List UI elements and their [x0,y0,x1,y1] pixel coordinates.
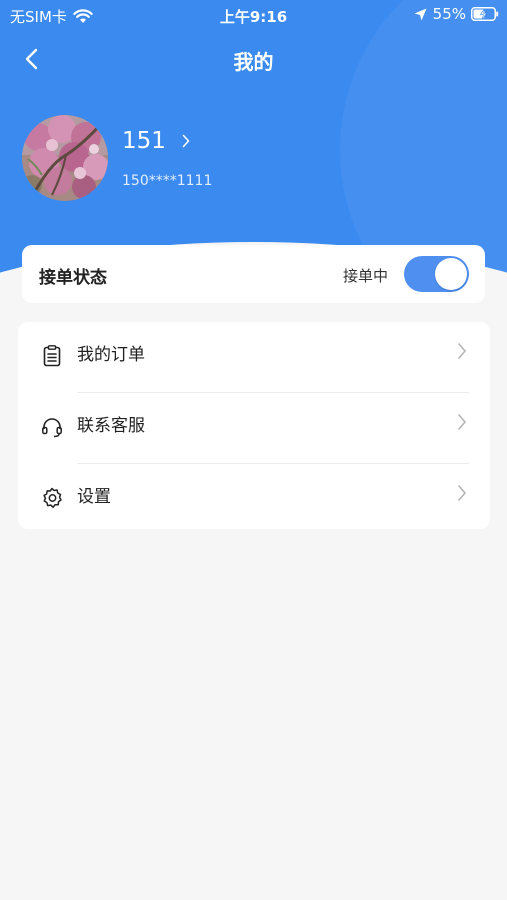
menu-item-label: 联系客服 [77,416,145,436]
chevron-right-icon [182,134,190,148]
menu-card: 我的订单 联系客服 设置 [18,322,490,529]
menu-item-settings[interactable]: 设置 [18,464,490,535]
menu-item-contact-support[interactable]: 联系客服 [18,393,490,464]
user-name[interactable]: 151 [122,128,190,154]
back-button[interactable] [20,44,48,74]
order-status-label: 接单状态 [39,268,107,288]
wifi-icon [73,9,93,23]
order-status-card: 接单状态 接单中 [22,245,485,303]
gear-icon [43,487,62,508]
chevron-right-icon [458,485,467,501]
status-left: 无SIM卡 [10,6,93,27]
clipboard-icon [43,345,61,367]
nav-bar: 我的 [0,36,507,82]
user-phone: 150****1111 [122,173,213,189]
menu-item-label: 设置 [77,487,111,507]
menu-item-my-orders[interactable]: 我的订单 [18,322,490,393]
location-arrow-icon [414,8,427,20]
user-name-text: 151 [122,128,166,154]
order-status-value: 接单中 [342,267,388,285]
toggle-knob [435,258,467,290]
battery-percent: 55% [432,5,466,23]
menu-item-label: 我的订单 [77,345,145,365]
page-title: 我的 [233,50,274,74]
status-right: 55% [414,5,499,23]
headset-icon [42,418,62,438]
battery-charging-icon [471,7,499,21]
chevron-left-icon [25,48,38,70]
chevron-right-icon [458,343,467,359]
avatar-blossom-image [22,115,108,201]
avatar[interactable] [22,115,108,201]
status-bar: 无SIM卡 上午9:16 55% [0,0,507,30]
order-status-toggle[interactable] [404,256,469,292]
chevron-right-icon [458,414,467,430]
carrier-label: 无SIM卡 [10,8,67,26]
